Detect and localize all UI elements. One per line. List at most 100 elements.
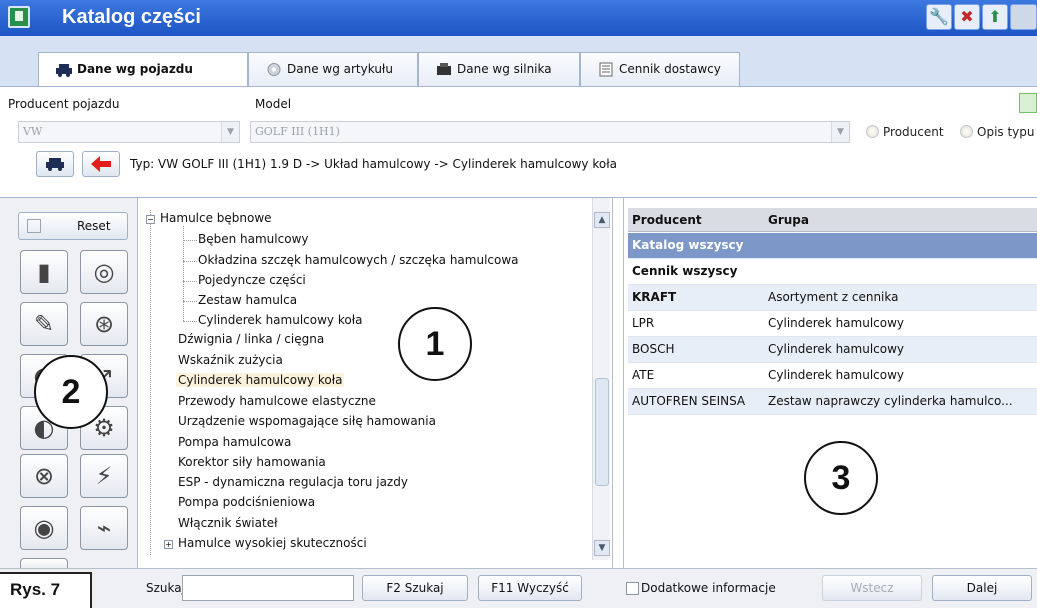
table-row[interactable]: Katalog wszyscy — [628, 233, 1037, 259]
header-grupa[interactable]: Grupa — [768, 208, 809, 232]
tree-item-selected[interactable]: Cylinderek hamulcowy koła — [176, 373, 345, 387]
cell-producer: Cennik wszyscy — [632, 264, 738, 278]
tab-price-list[interactable]: Cennik dostawcy — [580, 52, 740, 86]
discs-icon[interactable]: ◉ — [20, 506, 68, 550]
key-icon[interactable]: 🔧 — [926, 4, 952, 30]
tab-strip: Dane wg pojazdu Dane wg artykułu Dane wg… — [0, 36, 1037, 87]
model-select[interactable]: GOLF III (1H1) ▼ — [250, 121, 850, 143]
app-icon — [8, 6, 30, 28]
tree-item[interactable]: Pojedyncze części — [198, 273, 306, 287]
reset-label: Reset — [77, 219, 111, 233]
tab-vehicle[interactable]: Dane wg pojazdu — [38, 52, 248, 87]
tab-engine[interactable]: Dane wg silnika — [418, 52, 580, 86]
model-value: GOLF III (1H1) — [255, 125, 340, 138]
radio-producer[interactable]: Producent — [866, 125, 944, 139]
back-button[interactable]: Wstecz — [822, 575, 922, 601]
export-icon[interactable]: ⬆ — [982, 4, 1008, 30]
tree-connector — [183, 261, 197, 262]
tree-item[interactable]: Pompa hamulcowa — [178, 435, 291, 449]
chevron-down-icon[interactable]: ▼ — [594, 540, 610, 556]
cell-producer: Katalog wszyscy — [632, 238, 744, 252]
tree-item[interactable]: Przewody hamulcowe elastyczne — [178, 394, 376, 408]
tree-item[interactable]: Okładzina szczęk hamulcowych / szczęka h… — [198, 253, 519, 267]
tree-item[interactable]: Dźwignia / linka / cięgna — [178, 332, 324, 346]
radio-type[interactable]: Opis typu — [960, 125, 1035, 139]
vehicle-button[interactable] — [36, 151, 74, 177]
tree-item[interactable]: ESP - dynamiczna regulacja toru jazdy — [178, 475, 408, 489]
more-icon[interactable] — [1010, 4, 1037, 30]
next-button[interactable]: Dalej — [932, 575, 1032, 601]
tree-item[interactable]: Zestaw hamulca — [198, 293, 297, 307]
filter-parts-icon[interactable]: ▮ — [20, 250, 68, 294]
tab-article[interactable]: Dane wg artykułu — [248, 52, 418, 86]
collapse-icon[interactable]: − — [146, 215, 155, 224]
tree-item[interactable]: Włącznik świateł — [178, 516, 277, 530]
radio-circle-icon — [866, 125, 879, 138]
table-row[interactable]: KRAFT Asortyment z cennika — [628, 285, 1037, 311]
cell-producer: KRAFT — [632, 290, 677, 304]
search-input[interactable] — [182, 575, 354, 601]
cell-producer: ATE — [632, 368, 655, 382]
search-button[interactable]: F2 Szukaj — [362, 575, 468, 601]
close-tools-icon[interactable]: ✖ — [954, 4, 980, 30]
cell-group: Cylinderek hamulcowy — [768, 342, 905, 356]
reset-button[interactable]: Reset — [18, 212, 128, 240]
search-label: Szukaj — [146, 581, 185, 595]
chevron-up-icon[interactable]: ▲ — [594, 212, 610, 228]
cell-group: Cylinderek hamulcowy — [768, 368, 905, 382]
table-row[interactable]: LPR Cylinderek hamulcowy — [628, 311, 1037, 337]
extra-info-checkbox[interactable] — [626, 582, 639, 595]
download-icon[interactable] — [1019, 93, 1037, 113]
steering-icon[interactable]: ⊛ — [80, 302, 128, 346]
chevron-down-icon: ▼ — [831, 122, 849, 142]
radio-type-label: Opis typu — [977, 125, 1035, 139]
cell-group: Zestaw naprawczy cylinderka hamulco... — [768, 394, 1013, 408]
tab-label: Dane wg artykułu — [287, 62, 393, 76]
bottom-bar: Szukaj F2 Szukaj F11 Wyczyść Dodatkowe i… — [0, 568, 1037, 608]
chevron-down-icon: ▼ — [221, 122, 239, 142]
tree-connector — [183, 240, 197, 241]
callout-3: 3 — [804, 441, 878, 515]
scroll-thumb[interactable] — [595, 378, 609, 486]
brake-pads-icon[interactable]: ⊗ — [20, 454, 68, 498]
tree-line — [150, 210, 151, 555]
cell-producer: AUTOFREN SEINSA — [632, 394, 746, 408]
tree-item[interactable]: Pompa podciśnieniowa — [178, 495, 315, 509]
back-arrow-button[interactable] — [82, 151, 120, 177]
callout-1: 1 — [398, 307, 472, 381]
brake-disc-icon[interactable]: ◎ — [80, 250, 128, 294]
engine-icon — [437, 63, 451, 75]
table-row[interactable]: Cennik wszyscy — [628, 259, 1037, 285]
electric-icon[interactable]: ⚡ — [80, 454, 128, 498]
car-icon — [56, 64, 72, 77]
reset-icon — [27, 219, 41, 233]
tree-scrollbar[interactable]: ▲ ▼ — [592, 198, 610, 560]
tree-item[interactable]: Hamulce wysokiej skuteczności — [178, 536, 367, 550]
tree-item[interactable]: Wskaźnik zużycia — [178, 353, 283, 367]
tree-item[interactable]: Bęben hamulcowy — [198, 232, 308, 246]
tree-item[interactable]: Hamulce bębnowe — [160, 211, 272, 225]
expand-icon[interactable]: + — [164, 540, 173, 549]
tree-item[interactable]: Korektor siły hamowania — [178, 455, 326, 469]
tree-item[interactable]: Cylinderek hamulcowy koła — [198, 313, 362, 327]
tab-label: Cennik dostawcy — [619, 62, 721, 76]
radio-producer-label: Producent — [883, 125, 944, 139]
table-row[interactable]: AUTOFREN SEINSA Zestaw naprawczy cylinde… — [628, 389, 1037, 415]
spark-plug-icon[interactable]: ✎ — [20, 302, 68, 346]
clear-button[interactable]: F11 Wyczyść — [478, 575, 582, 601]
table-row[interactable]: BOSCH Cylinderek hamulcowy — [628, 337, 1037, 363]
model-label: Model — [255, 97, 292, 111]
tree-item[interactable]: Urządzenie wspomagające siłę hamowania — [178, 414, 436, 428]
tab-label: Dane wg pojazdu — [77, 62, 193, 76]
gear-icon — [267, 63, 281, 76]
vehicle-panel: Producent pojazdu VW ▼ Model GOLF III (1… — [0, 86, 1037, 198]
header-producent[interactable]: Producent — [632, 208, 702, 232]
extra-info-label: Dodatkowe informacje — [641, 581, 776, 595]
table-row[interactable]: ATE Cylinderek hamulcowy — [628, 363, 1037, 389]
manufacturer-select[interactable]: VW ▼ — [18, 121, 240, 143]
cell-group: Cylinderek hamulcowy — [768, 316, 905, 330]
tree-connector — [183, 321, 197, 322]
tree-connector — [183, 301, 197, 302]
exhaust-icon[interactable]: ⌁ — [80, 506, 128, 550]
cell-group: Asortyment z cennika — [768, 290, 899, 304]
